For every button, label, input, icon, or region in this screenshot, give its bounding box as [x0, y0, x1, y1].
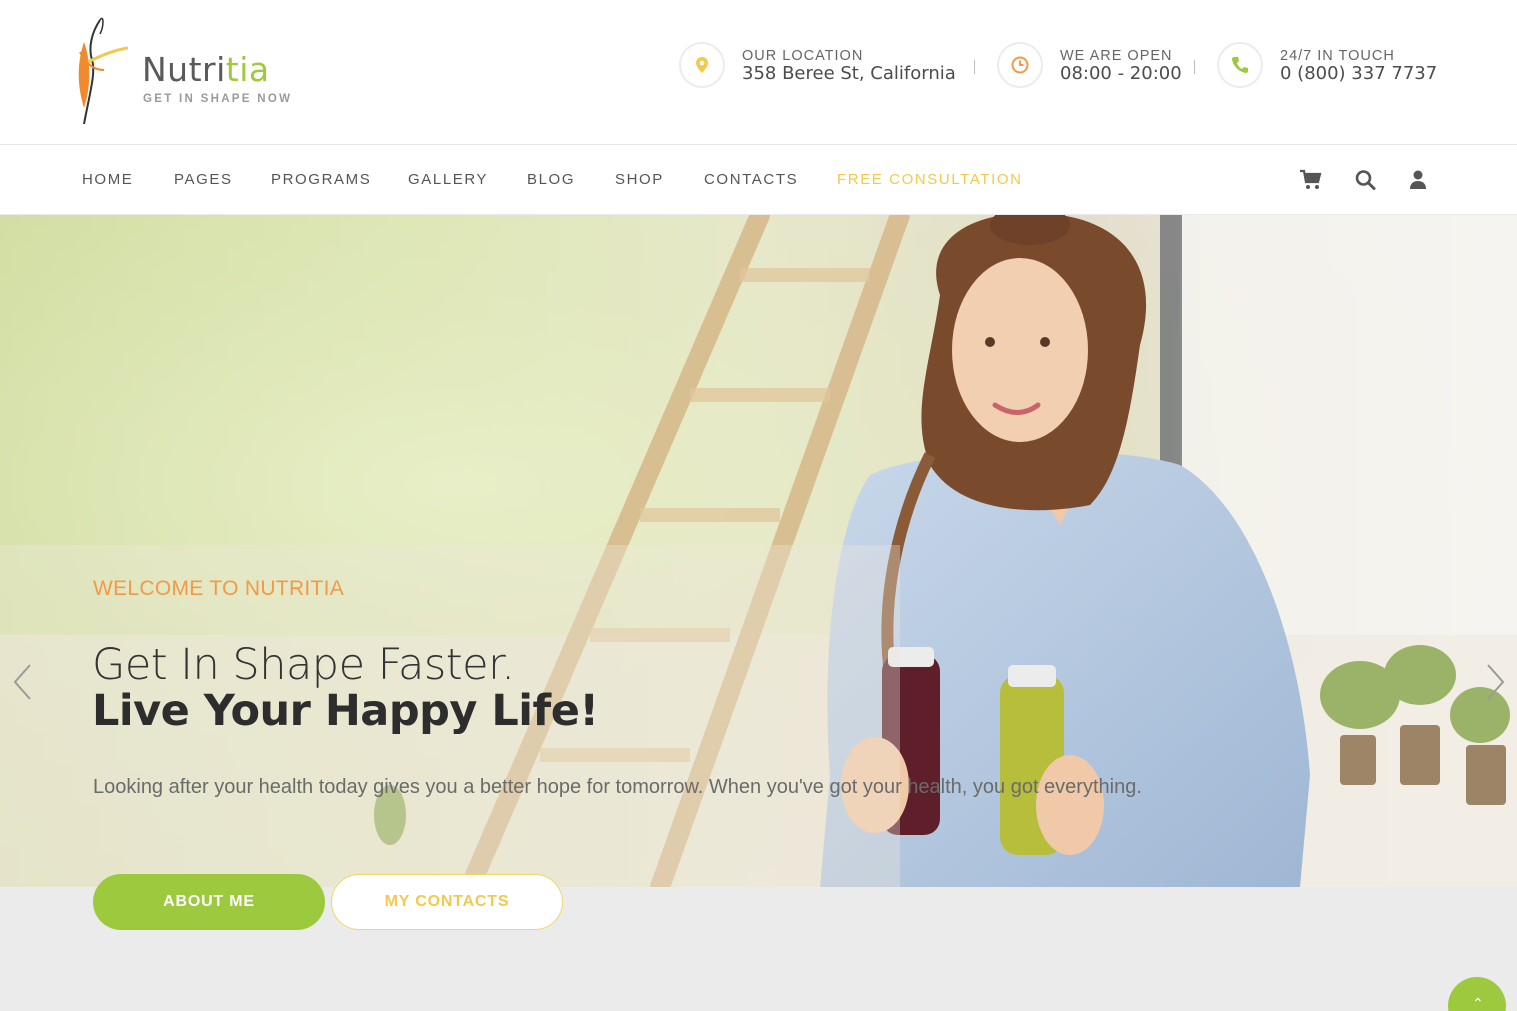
about-me-button[interactable]: ABOUT ME [93, 874, 325, 930]
search-icon[interactable] [1354, 169, 1378, 191]
phone-label: 24/7 IN TOUCH [1280, 48, 1395, 64]
brand-name-accent: tia [225, 50, 270, 89]
logo-figure-icon [78, 17, 129, 125]
nav-item-free-consultation[interactable]: FREE CONSULTATION [837, 171, 1023, 188]
nav-item-gallery[interactable]: GALLERY [408, 171, 488, 188]
clock-icon [997, 42, 1043, 88]
nav-item-programs[interactable]: PROGRAMS [271, 171, 371, 188]
site-header: Nutritia GET IN SHAPE NOW OUR LOCATION 3… [0, 0, 1517, 145]
my-contacts-button[interactable]: MY CONTACTS [331, 874, 563, 930]
user-icon[interactable] [1406, 169, 1430, 191]
hours-value: 08:00 - 20:00 [1060, 63, 1182, 84]
phone-icon [1217, 42, 1263, 88]
brand-logo[interactable]: Nutritia GET IN SHAPE NOW [70, 12, 300, 130]
brand-name-start: Nutri [142, 50, 226, 89]
slider-prev-arrow-icon[interactable] [10, 662, 36, 702]
hero-eyebrow: WELCOME TO NUTRITIA [93, 577, 345, 600]
location-value: 358 Beree St, California [742, 63, 956, 84]
location-label: OUR LOCATION [742, 48, 864, 64]
chevron-up-icon: ⌃ [1472, 995, 1484, 1011]
header-divider [974, 60, 975, 74]
nav-item-shop[interactable]: SHOP [615, 171, 664, 188]
hero-headline-line2: Live Your Happy Life! [92, 686, 599, 736]
hero-description: Looking after your health today gives yo… [93, 776, 1142, 798]
brand-name: Nutritia [142, 50, 270, 89]
nav-item-home[interactable]: HOME [82, 171, 133, 188]
scroll-to-top-button[interactable]: ⌃ [1448, 977, 1506, 1011]
nav-item-blog[interactable]: BLOG [527, 171, 575, 188]
brand-tagline: GET IN SHAPE NOW [143, 93, 293, 105]
hours-label: WE ARE OPEN [1060, 48, 1173, 64]
phone-value: 0 (800) 337 7737 [1280, 63, 1438, 84]
main-nav: HOME PAGES PROGRAMS GALLERY BLOG SHOP CO… [0, 145, 1517, 215]
nav-item-pages[interactable]: PAGES [174, 171, 233, 188]
hero-headline-line1: Get In Shape Faster. [92, 640, 515, 690]
header-divider [1194, 60, 1195, 74]
nav-item-contacts[interactable]: CONTACTS [704, 171, 798, 188]
slider-next-arrow-icon[interactable] [1482, 662, 1508, 702]
cart-icon[interactable] [1299, 169, 1323, 191]
location-pin-icon [679, 42, 725, 88]
